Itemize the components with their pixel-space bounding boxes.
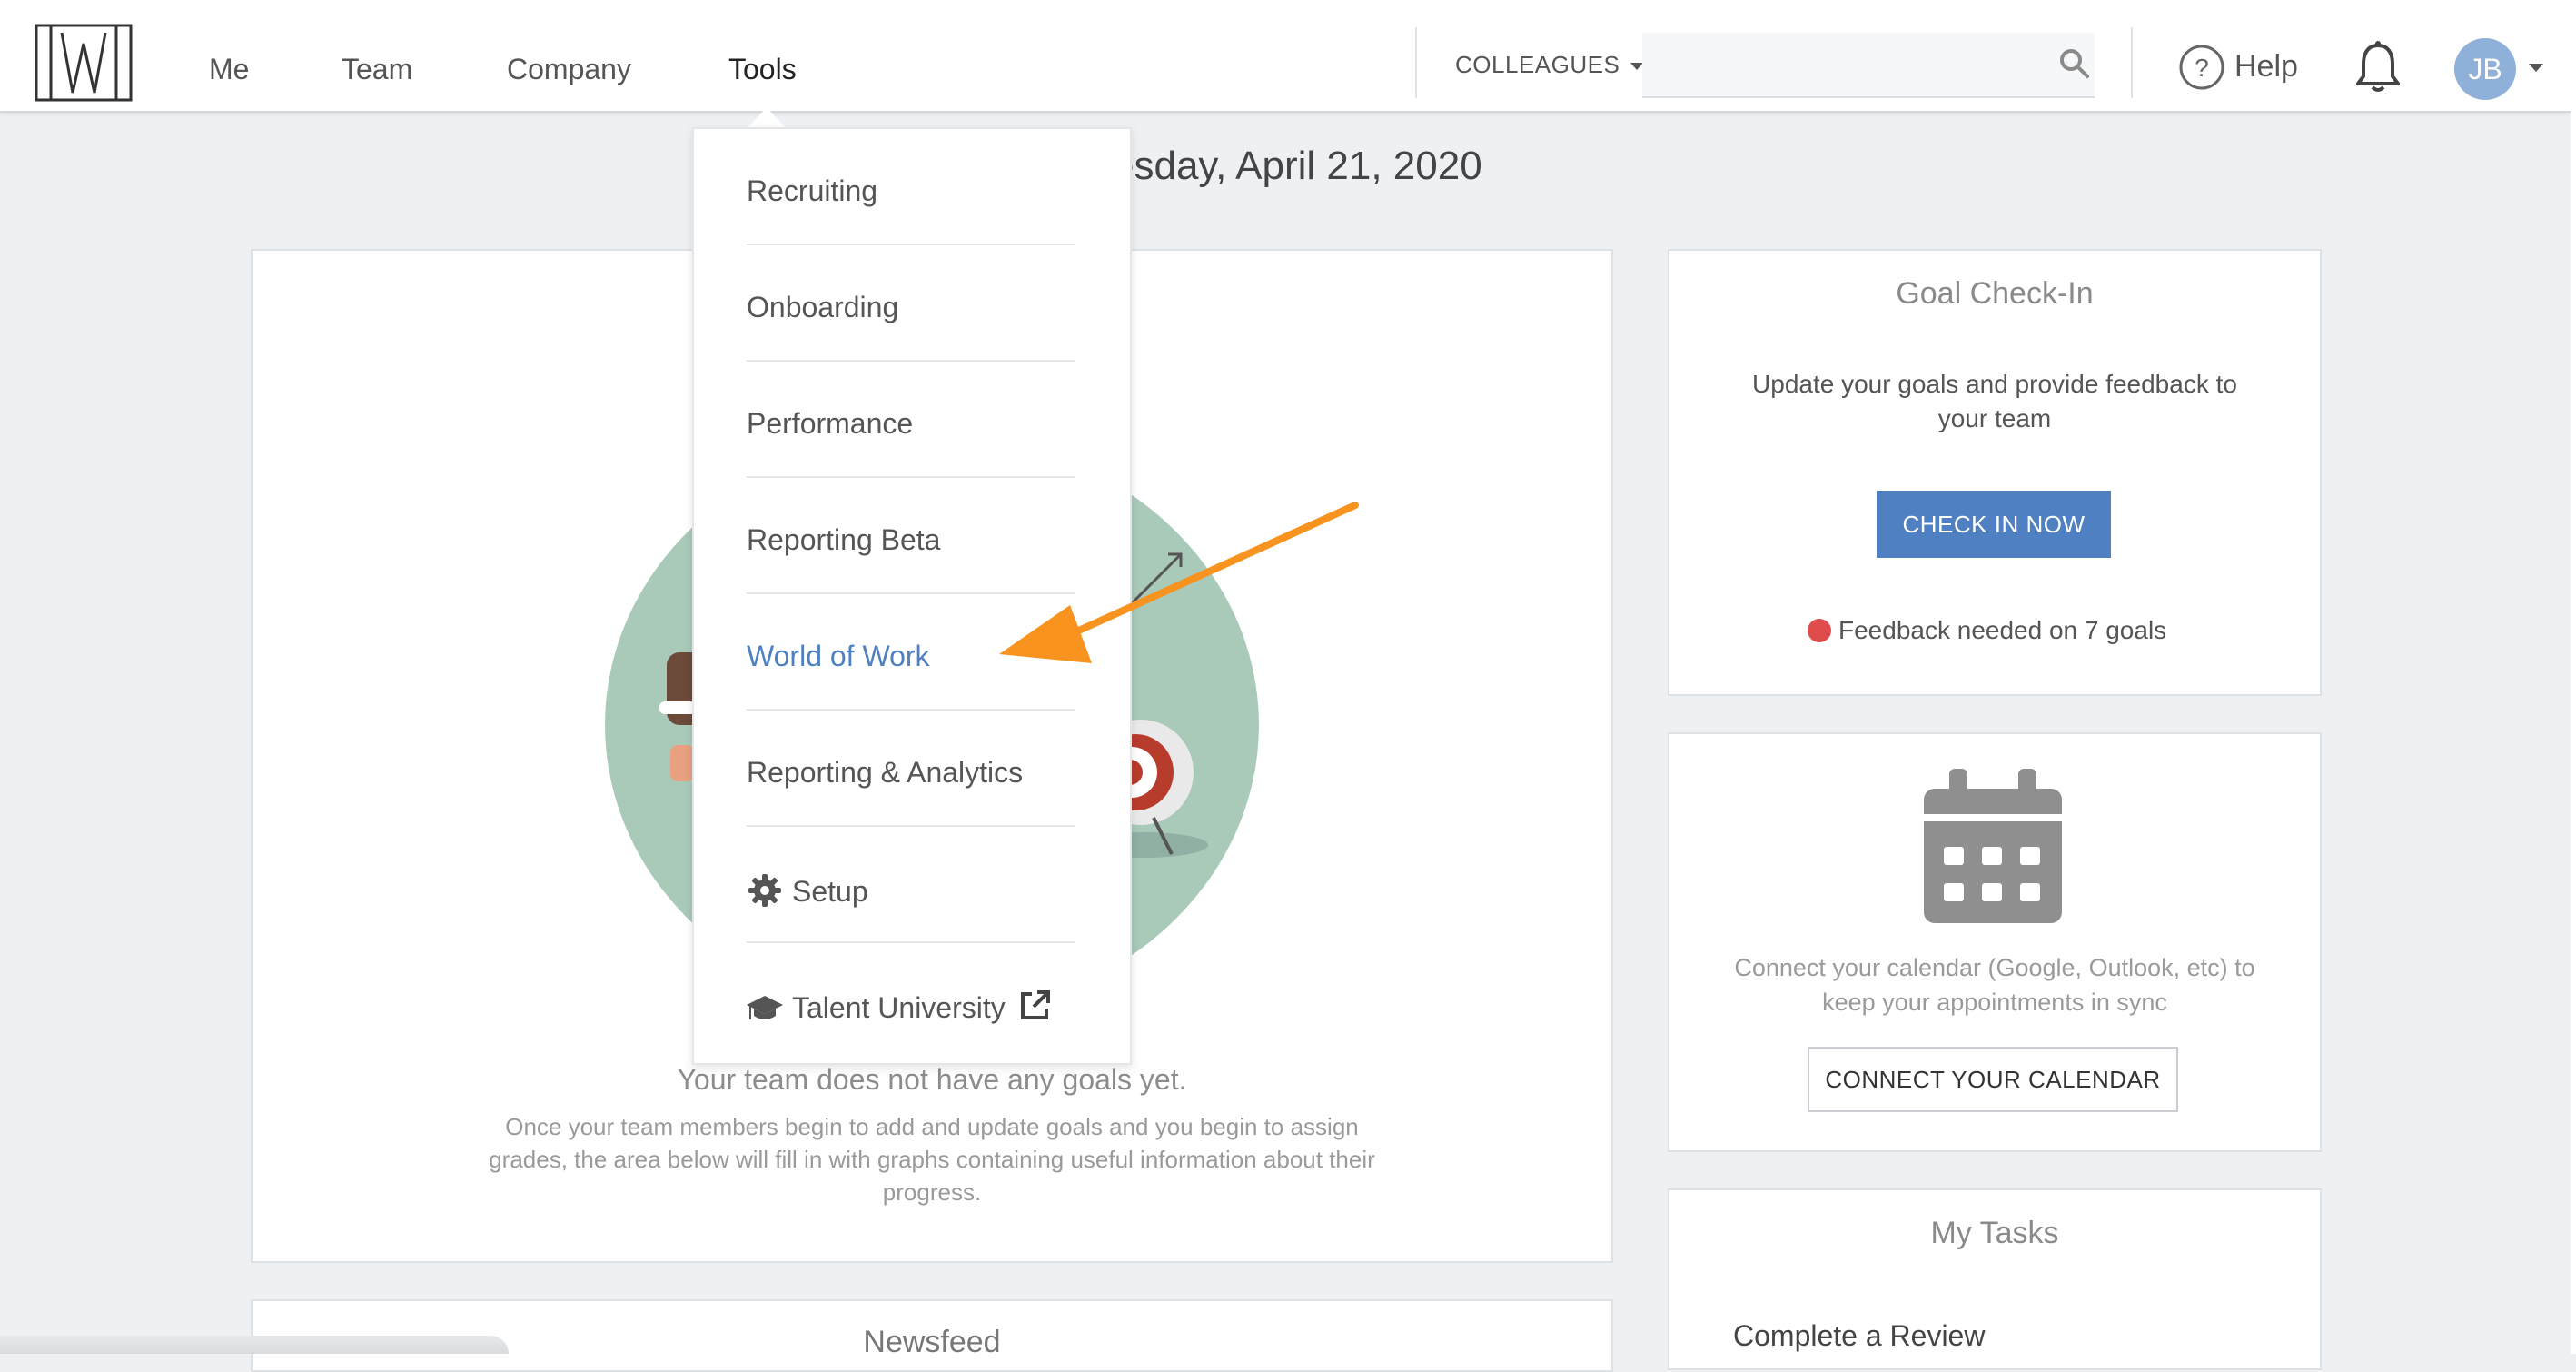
empty-goals-description: Once your team members begin to add and … (489, 1113, 1375, 1206)
gear-icon (748, 874, 781, 907)
calendar-icon (1924, 769, 2062, 923)
nav-tools[interactable]: Tools (728, 53, 797, 86)
search-icon[interactable] (2058, 47, 2091, 80)
nav-divider (2131, 27, 2133, 98)
colleagues-label: COLLEAGUES (1455, 51, 1620, 78)
menu-item-setup[interactable]: Setup (747, 872, 1075, 909)
goal-checkin-title: Goal Check-In (1896, 276, 2094, 311)
menu-divider (747, 709, 1075, 711)
menu-item-talent-university[interactable]: Talent University (747, 989, 1075, 1025)
help-icon[interactable]: ? (2178, 44, 2225, 91)
calendar-description: Connect your calendar (Google, Outlook, … (1734, 954, 2255, 1016)
feedback-text: Feedback needed on 7 goals (1838, 616, 2167, 644)
dropdown-caret (747, 107, 787, 129)
top-strip (0, 0, 2576, 7)
chevron-down-icon[interactable] (2529, 64, 2543, 72)
annotation-arrow-icon (999, 502, 1359, 663)
menu-divider (747, 941, 1075, 943)
search-input[interactable] (1642, 33, 2095, 98)
nav-company[interactable]: Company (507, 53, 631, 86)
menu-divider (747, 360, 1075, 362)
bell-icon[interactable] (2354, 40, 2402, 94)
help-label[interactable]: Help (2234, 49, 2298, 85)
company-logo[interactable] (35, 24, 133, 102)
menu-item-label: Talent University (792, 991, 1006, 1024)
connect-calendar-button[interactable]: CONNECT YOUR CALENDAR (1808, 1047, 2178, 1112)
chevron-down-icon (1630, 63, 1644, 70)
graduation-cap-icon (747, 996, 783, 1019)
top-navigation-bar: Me Team Company Tools COLLEAGUES ? Help … (0, 7, 2571, 113)
alert-dot-icon (1808, 619, 1831, 642)
menu-divider (747, 476, 1075, 478)
menu-item-reporting-analytics[interactable]: Reporting & Analytics (747, 756, 1075, 790)
check-in-now-button[interactable]: CHECK IN NOW (1877, 491, 2111, 558)
nav-divider (1415, 27, 1417, 98)
menu-item-onboarding[interactable]: Onboarding (747, 291, 1075, 324)
menu-item-label: Setup (792, 875, 868, 908)
task-item[interactable]: Complete a Review (1733, 1319, 1985, 1353)
my-tasks-title: My Tasks (1930, 1216, 2059, 1250)
menu-item-performance[interactable]: Performance (747, 407, 1075, 441)
goal-checkin-description: Update your goals and provide feedback t… (1752, 370, 2237, 432)
empty-goals-title: Your team does not have any goals yet. (677, 1063, 1187, 1096)
avatar[interactable]: JB (2454, 38, 2516, 100)
page-title: esday, April 21, 2020 (1112, 144, 1482, 188)
nav-me[interactable]: Me (209, 53, 249, 86)
colleagues-dropdown[interactable]: COLLEAGUES (1455, 51, 1644, 79)
external-link-icon (1020, 990, 1050, 1019)
menu-item-recruiting[interactable]: Recruiting (747, 174, 1075, 208)
scroll-shadow (0, 1336, 509, 1354)
feedback-status[interactable]: Feedback needed on 7 goals (1808, 616, 2166, 645)
nav-team[interactable]: Team (342, 53, 412, 86)
menu-divider (747, 825, 1075, 827)
window-edge (2571, 0, 2576, 1354)
svg-text:?: ? (2195, 54, 2209, 82)
menu-divider (747, 244, 1075, 245)
